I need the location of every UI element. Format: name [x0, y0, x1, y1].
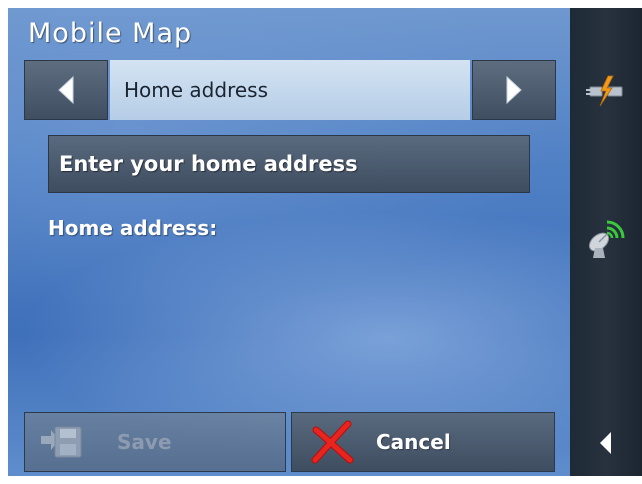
right-arrow-icon [504, 75, 524, 105]
previous-page-button[interactable] [24, 60, 108, 120]
enter-home-address-button[interactable]: Enter your home address [48, 135, 530, 193]
home-address-label: Home address: [48, 216, 218, 240]
status-sidebar [570, 8, 642, 476]
left-arrow-icon [56, 75, 76, 105]
collapse-arrow-icon[interactable] [570, 430, 642, 456]
gps-satellite-icon [570, 216, 642, 260]
cancel-button-label: Cancel [376, 430, 451, 454]
save-button-label: Save [117, 430, 172, 454]
next-page-button[interactable] [472, 60, 556, 120]
save-button[interactable]: Save [24, 412, 286, 472]
page-navigator: Home address [24, 60, 556, 120]
red-x-icon [310, 420, 354, 464]
app-title: Mobile Map [28, 18, 193, 49]
device-screen: Mobile Map Home address Enter your home … [8, 8, 642, 476]
main-panel: Mobile Map Home address Enter your home … [8, 8, 570, 476]
save-disk-icon [39, 424, 83, 460]
cancel-button[interactable]: Cancel [291, 412, 555, 472]
power-plug-icon [570, 74, 642, 108]
current-page-label: Home address [110, 60, 470, 120]
